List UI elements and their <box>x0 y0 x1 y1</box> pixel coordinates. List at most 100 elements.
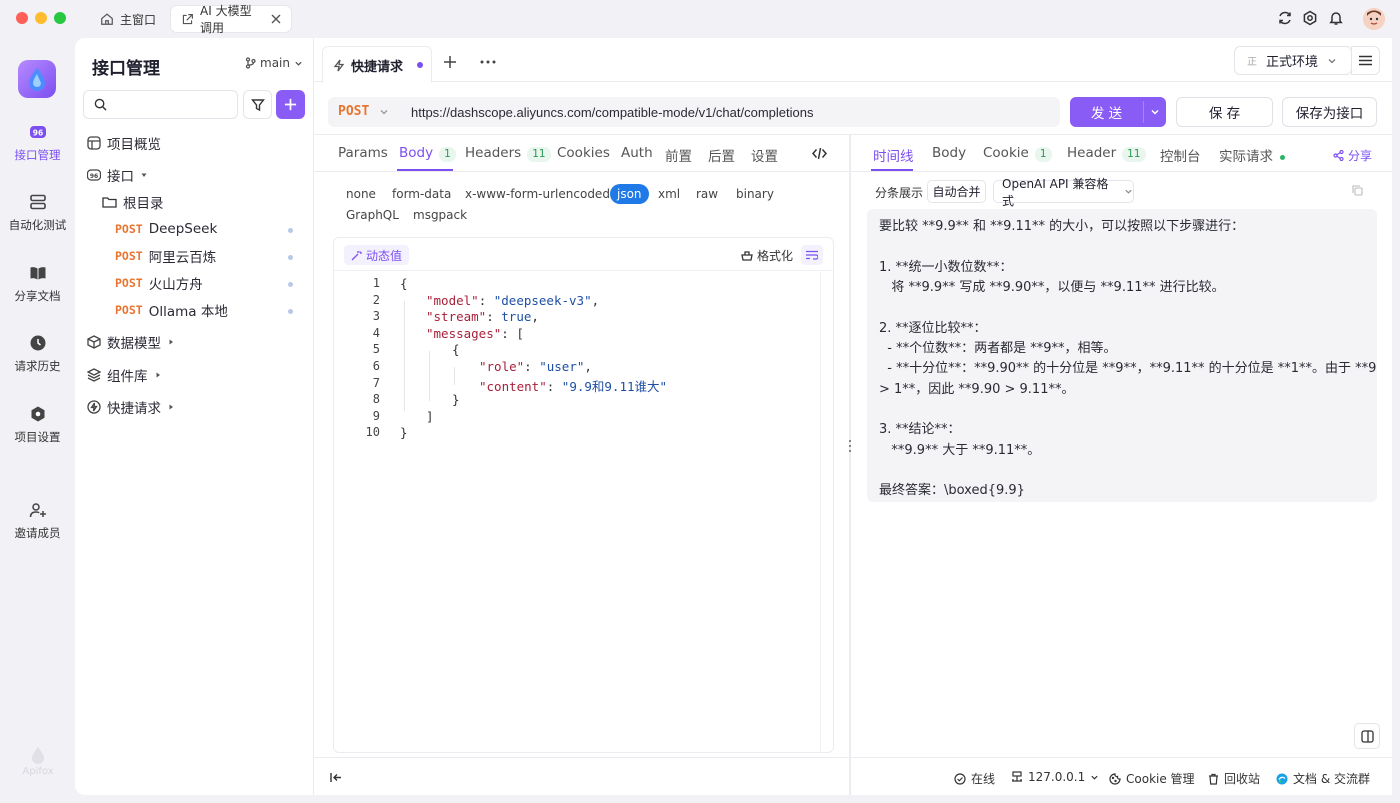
tree-item-api-group[interactable]: 96 接口 <box>87 163 148 187</box>
unsaved-dot <box>417 62 424 68</box>
tree-item-api-volcano[interactable]: POST 火山方舟 <box>115 271 305 295</box>
format-button[interactable]: 格式化 <box>741 247 793 264</box>
line-number: 7 <box>372 376 380 390</box>
environment-menu-button[interactable] <box>1351 46 1380 75</box>
overview-icon <box>87 136 101 150</box>
menu-icon <box>1359 55 1372 66</box>
body-type-msgpack[interactable]: msgpack <box>406 205 474 225</box>
tab-settings[interactable]: 设置 <box>751 145 778 165</box>
tab-headers[interactable]: Headers 11 <box>465 145 551 162</box>
chevron-down-icon <box>1090 773 1099 782</box>
body-type-graphql[interactable]: GraphQL <box>339 205 406 225</box>
docs-logo-icon <box>1276 773 1288 785</box>
tab-resp-body[interactable]: Body <box>932 145 966 161</box>
collapse-sidebar-icon[interactable] <box>330 772 342 783</box>
tab-quick-request[interactable]: 快捷请求 <box>322 46 432 83</box>
dynamic-value-button[interactable]: 动态值 <box>344 245 410 265</box>
line-number: 5 <box>372 342 380 356</box>
save-as-api-button[interactable]: 保存为接口 <box>1282 97 1377 127</box>
copy-icon[interactable] <box>1352 185 1363 196</box>
refresh-icon[interactable] <box>1277 10 1295 28</box>
split-view-toggle[interactable]: 分条展示 <box>875 184 923 201</box>
line-number: 8 <box>372 392 380 406</box>
tree-item-overview[interactable]: 项目概览 <box>87 131 161 155</box>
body-type-xml[interactable]: xml <box>651 184 687 204</box>
panel-divider[interactable] <box>849 135 851 795</box>
user-avatar[interactable] <box>1363 8 1385 30</box>
send-options-button[interactable] <box>1144 97 1166 127</box>
api-icon: 96 <box>29 123 47 141</box>
layout-toggle-button[interactable] <box>1354 723 1380 749</box>
more-icon[interactable] <box>480 60 496 64</box>
rail-item-api-management[interactable]: 96 接口管理 <box>0 123 75 163</box>
tab-post[interactable]: 后置 <box>708 145 735 165</box>
docs-community[interactable]: 文档 & 交流群 <box>1276 770 1370 787</box>
method-select[interactable]: POST <box>338 104 389 119</box>
tab-cookies[interactable]: Cookies <box>557 145 610 161</box>
url-input[interactable] <box>411 102 1051 122</box>
drag-handle-icon[interactable] <box>848 439 852 453</box>
body-type-binary[interactable]: binary <box>729 184 781 204</box>
settings-icon[interactable] <box>1302 10 1320 28</box>
new-tab-icon[interactable] <box>443 55 457 69</box>
chevron-down-icon <box>1327 56 1337 66</box>
tree-item-api-deepseek[interactable]: POST DeepSeek <box>115 217 305 241</box>
filter-button[interactable] <box>243 90 272 119</box>
send-button[interactable]: 发 送 <box>1070 97 1143 127</box>
minimize-window-button[interactable] <box>35 12 47 24</box>
tab-params[interactable]: Params <box>338 145 388 161</box>
json-editor[interactable]: 动态值 格式化 1 2 3 4 5 6 7 8 9 10 { "model": … <box>333 237 834 753</box>
body-type-none[interactable]: none <box>339 184 383 204</box>
ip-selector[interactable]: 127.0.0.1 <box>1011 770 1099 784</box>
body-type-urlencoded[interactable]: x-www-form-urlencoded <box>458 184 617 204</box>
window-tab-home[interactable]: 主窗口 <box>90 6 166 32</box>
tree-item-root-folder[interactable]: 根目录 <box>102 190 164 214</box>
body-type-form-data[interactable]: form-data <box>385 184 458 204</box>
format-select[interactable]: OpenAI API 兼容格式 <box>993 177 1134 208</box>
api-icon: 96 <box>87 168 101 182</box>
cookie-manager[interactable]: Cookie 管理 <box>1109 770 1195 787</box>
search-input[interactable] <box>112 95 232 115</box>
body-type-json[interactable]: json <box>610 184 649 204</box>
tab-auth[interactable]: Auth <box>621 145 653 161</box>
maximize-window-button[interactable] <box>54 12 66 24</box>
online-status[interactable]: 在线 <box>954 770 995 787</box>
tab-pre[interactable]: 前置 <box>665 145 692 165</box>
notification-bell-icon[interactable] <box>1328 10 1346 28</box>
rail-item-automation-test[interactable]: 自动化测试 <box>0 193 75 233</box>
window-tab-active[interactable]: AI 大模型调用 <box>171 4 291 35</box>
code-line: "stream": true, <box>426 309 539 324</box>
response-line: 1. **统一小数位数**： <box>879 260 1013 275</box>
rail-item-project-settings[interactable]: 项目设置 <box>0 405 75 445</box>
environment-select[interactable]: 正 正式环境 <box>1234 46 1352 75</box>
code-icon[interactable] <box>812 147 827 160</box>
auto-merge-toggle[interactable]: 自动合并 <box>927 180 986 203</box>
close-window-button[interactable] <box>16 12 28 24</box>
branch-selector[interactable]: main <box>245 56 303 70</box>
tree-item-api-ollama[interactable]: POST Ollama 本地 <box>115 298 305 322</box>
response-line: 3. **结论**： <box>879 422 961 437</box>
tab-resp-header[interactable]: Header 11 <box>1067 145 1146 162</box>
tree-item-data-models[interactable]: 数据模型 <box>87 330 175 354</box>
status-dot <box>1280 154 1285 160</box>
rail-item-invite-members[interactable]: 邀请成员 <box>0 501 75 541</box>
body-type-raw[interactable]: raw <box>689 184 725 204</box>
wrap-toggle-button[interactable] <box>801 245 823 265</box>
code-line: ] <box>426 409 434 424</box>
recycle-bin[interactable]: 回收站 <box>1208 770 1260 787</box>
tab-actual-request[interactable]: 实际请求 <box>1219 145 1285 165</box>
add-api-button[interactable] <box>276 90 305 119</box>
rail-item-share-docs[interactable]: 分享文档 <box>0 264 75 304</box>
tab-console[interactable]: 控制台 <box>1160 145 1201 165</box>
tab-timeline[interactable]: 时间线 <box>873 145 914 165</box>
tree-item-quick-requests[interactable]: 快捷请求 <box>87 395 175 419</box>
close-tab-icon[interactable] <box>271 14 281 24</box>
tab-body[interactable]: Body 1 <box>399 145 456 162</box>
rail-item-request-history[interactable]: 请求历史 <box>0 334 75 374</box>
tree-item-api-aliyun[interactable]: POST 阿里云百炼 <box>115 244 305 268</box>
share-button[interactable]: 分享 <box>1333 147 1372 164</box>
save-button[interactable]: 保 存 <box>1176 97 1273 127</box>
check-circle-icon <box>954 772 966 785</box>
tree-item-components[interactable]: 组件库 <box>87 363 162 387</box>
tab-resp-cookie[interactable]: Cookie 1 <box>983 145 1052 162</box>
